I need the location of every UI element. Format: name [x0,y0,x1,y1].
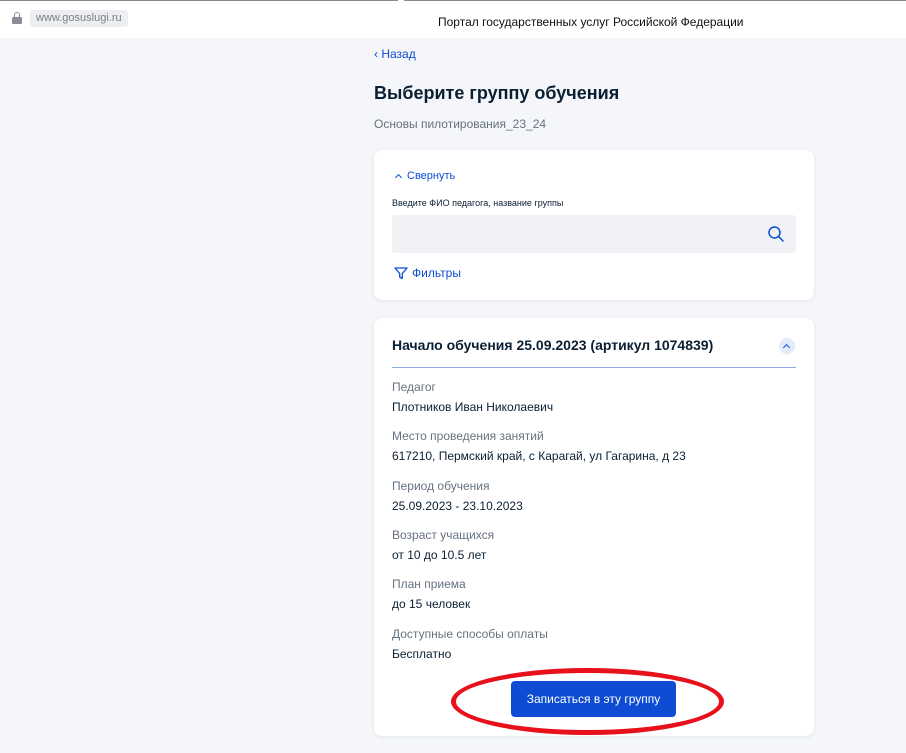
filter-icon [394,266,408,279]
search-input[interactable] [392,215,752,253]
field-label: Педагог [392,380,436,394]
collapse-label: Свернуть [407,170,456,182]
search-box [392,215,796,253]
field-value: до 15 человек [392,597,471,611]
field-plan: План приема до 15 человек [392,577,470,611]
search-field-label: Введите ФИО педагога, название группы [392,198,564,208]
field-label: План приема [392,577,466,591]
field-age: Возраст учащихся от 10 до 10.5 лет [392,528,494,562]
chevron-up-icon [394,173,403,181]
group-title: Начало обучения 25.09.2023 (артикул 1074… [392,337,714,353]
search-card: Свернуть Введите ФИО педагога, название … [374,150,814,300]
field-location: Место проведения занятий 617210, Пермски… [392,429,686,463]
lock-icon [12,12,22,24]
field-label: Доступные способы оплаты [392,627,548,641]
field-payment: Доступные способы оплаты Бесплатно [392,627,548,661]
filters-label: Фильтры [412,266,461,280]
browser-bar: www.gosuslugi.ru Портал государственных … [0,0,906,38]
page-title: Выберите группу обучения [374,83,620,103]
group-divider [392,367,796,368]
back-link[interactable]: ‹ Назад [374,47,416,61]
tab-border-right [404,0,906,1]
field-value: 25.09.2023 - 23.10.2023 [392,499,523,513]
page-subtitle: Основы пилотирования_23_24 [374,117,547,131]
chevron-up-icon [782,343,791,351]
field-label: Возраст учащихся [392,528,495,542]
field-value: 617210, Пермский край, с Карагай, ул Гаг… [392,449,686,463]
browser-page-title: Портал государственных услуг Российской … [438,15,744,29]
group-card: Начало обучения 25.09.2023 (артикул 1074… [374,318,814,736]
enroll-button[interactable]: Записаться в эту группу [511,681,676,717]
group-toggle-button[interactable] [779,338,795,354]
tab-border-left [0,0,398,1]
field-teacher: Педагог Плотников Иван Николаевич [392,380,553,414]
field-value: Плотников Иван Николаевич [392,400,554,414]
collapse-button[interactable]: Свернуть [394,170,456,182]
field-value: от 10 до 10.5 лет [392,548,487,562]
field-period: Период обучения 25.09.2023 - 23.10.2023 [392,479,523,513]
search-icon[interactable] [767,225,785,243]
field-value: Бесплатно [392,647,452,661]
field-label: Место проведения занятий [392,429,544,443]
url-bar[interactable]: www.gosuslugi.ru [30,10,128,27]
field-label: Период обучения [392,479,490,493]
filters-button[interactable]: Фильтры [394,266,461,280]
